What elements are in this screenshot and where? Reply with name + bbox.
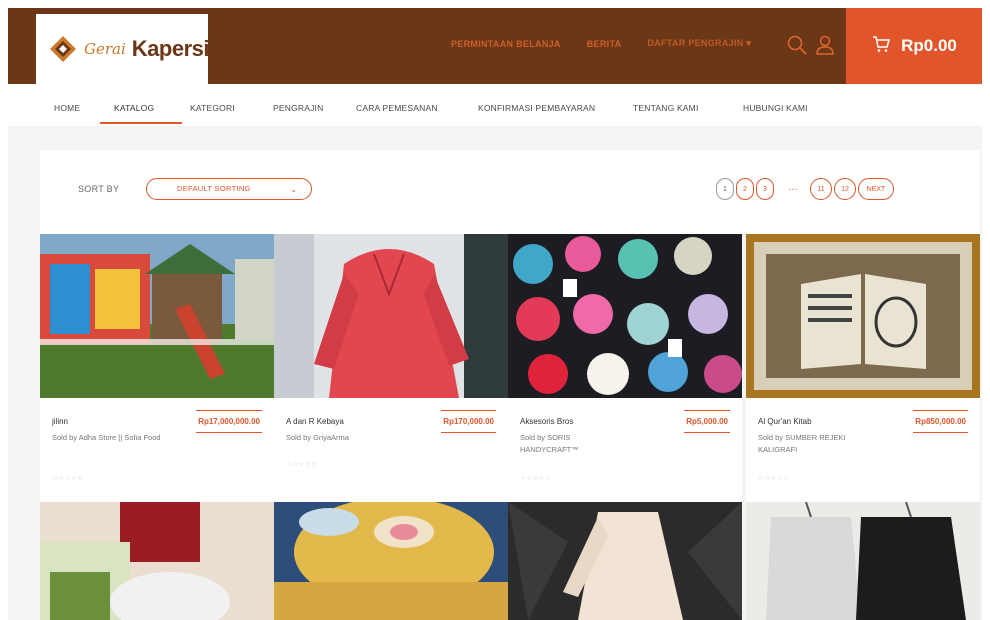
top-link-berita[interactable]: BERITA <box>587 39 622 49</box>
product-price: Rp17,000,000.00 <box>196 410 262 433</box>
product-price: Rp850,000.00 <box>913 410 968 433</box>
product-rating-stars: ☆☆☆☆☆ <box>520 475 552 482</box>
product-image-playground[interactable] <box>40 234 274 398</box>
top-link-pengrajin-label: DAFTAR PENGRAJIN <box>647 38 744 48</box>
cart-icon <box>871 34 891 59</box>
user-icon[interactable] <box>814 34 836 56</box>
logo-script-text: Gerai <box>84 40 126 58</box>
product-seller[interactable]: Sold by GriyaArma <box>286 432 396 444</box>
nav-home[interactable]: HOME <box>54 103 80 113</box>
product-name[interactable]: A dan R Kebaya <box>286 417 344 426</box>
nav-active-indicator <box>100 122 182 124</box>
nav-konfirmasi-pembayaran[interactable]: KONFIRMASI PEMBAYARAN <box>478 103 595 113</box>
product-card[interactable]: Aksesoris Bros Sold by SORIS HANDYCRAFT™… <box>508 234 742 502</box>
chevron-down-icon: ⌄ <box>290 185 297 194</box>
cart-total: Rp0.00 <box>901 36 957 55</box>
cart-button[interactable]: Rp0.00 <box>846 8 982 84</box>
nav-katalog[interactable]: KATALOG <box>114 103 154 113</box>
product-card[interactable]: Al Qur'an Kitab Sold by SUMBER REJEKI KA… <box>746 234 980 502</box>
page-1[interactable]: 1 <box>716 178 734 200</box>
sort-dropdown[interactable]: DEFAULT SORTING ⌄ <box>146 178 312 200</box>
page-3[interactable]: 3 <box>756 178 774 200</box>
sort-dropdown-value: DEFAULT SORTING <box>177 184 251 193</box>
product-image-polka-dresses[interactable] <box>746 502 980 620</box>
sort-label: SORT BY <box>78 184 120 194</box>
product-rating-stars: ☆☆☆☆☆ <box>52 475 84 482</box>
top-link-permintaan[interactable]: PERMINTAAN BELANJA <box>451 39 561 49</box>
page-11[interactable]: 11 <box>810 178 832 200</box>
product-price: Rp5,000.00 <box>684 410 730 433</box>
product-seller[interactable]: Sold by SORIS HANDYCRAFT™ <box>520 432 630 456</box>
logo[interactable]: Gerai Kapersi <box>36 14 210 84</box>
product-name[interactable]: Al Qur'an Kitab <box>758 417 812 426</box>
product-card[interactable]: jilinn Sold by Adha Store || Sofia Food … <box>40 234 274 502</box>
product-image-quran[interactable] <box>746 234 980 398</box>
logo-wordmark: Kapersi <box>131 36 210 61</box>
product-name[interactable]: jilinn <box>52 417 68 426</box>
product-image-tunic[interactable] <box>508 502 742 620</box>
product-image-brooches[interactable] <box>508 234 742 398</box>
product-image-jars[interactable] <box>40 502 274 620</box>
search-icon[interactable] <box>786 34 808 56</box>
page-2[interactable]: 2 <box>736 178 754 200</box>
product-card[interactable]: A dan R Kebaya Sold by GriyaArma ☆☆☆☆☆ R… <box>274 234 508 502</box>
pagination-ellipsis: … <box>788 182 798 193</box>
product-image-kebaya[interactable] <box>274 234 508 398</box>
site-header: Gerai Kapersi PERMINTAAN BELANJA BERITA … <box>8 8 982 84</box>
catalog-toolbar: SORT BY DEFAULT SORTING ⌄ 1 2 3 … 11 12 … <box>40 150 980 234</box>
product-name[interactable]: Aksesoris Bros <box>520 417 573 426</box>
product-price: Rp170,000.00 <box>441 410 496 433</box>
nav-hubungi-kami[interactable]: HUBUNGI KAMI <box>743 103 808 113</box>
top-links: PERMINTAAN BELANJA BERITA DAFTAR PENGRAJ… <box>451 38 751 49</box>
page-12[interactable]: 12 <box>834 178 856 200</box>
nav-kategori[interactable]: KATEGORI <box>190 103 235 113</box>
nav-cara-pemesanan[interactable]: CARA PEMESANAN <box>356 103 438 113</box>
product-image-cookies[interactable] <box>274 502 508 620</box>
top-link-pengrajin[interactable]: DAFTAR PENGRAJIN ▾ <box>647 38 751 49</box>
next-page-button[interactable]: NEXT <box>858 178 894 200</box>
product-seller[interactable]: Sold by Adha Store || Sofia Food <box>52 432 162 444</box>
product-seller[interactable]: Sold by SUMBER REJEKI KALIGRAFI <box>758 432 868 456</box>
nav-pengrajin[interactable]: PENGRAJIN <box>273 103 323 113</box>
nav-tentang-kami[interactable]: TENTANG KAMI <box>633 103 699 113</box>
product-rating-stars: ☆☆☆☆☆ <box>286 461 318 468</box>
logo-diamond-icon <box>48 34 78 64</box>
main-nav: HOME KATALOG KATEGORI PENGRAJIN CARA PEM… <box>8 84 982 126</box>
product-rating-stars: ☆☆☆☆☆ <box>758 475 790 482</box>
